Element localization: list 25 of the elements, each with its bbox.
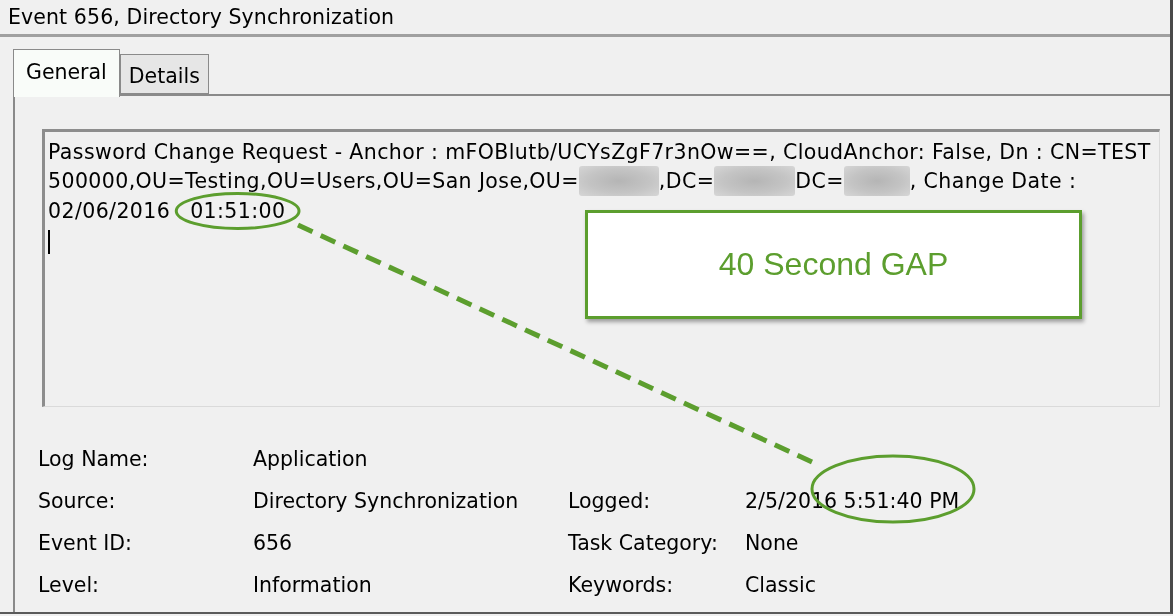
- field-label: Task Category:: [568, 530, 718, 556]
- message-text: DC=: [795, 169, 844, 194]
- field-value: 656: [253, 530, 293, 556]
- message-text: Password Change Request - Anchor : mFOBlutb/UCYsZgF7r3nOw==, CloudAnchor: False, Dn : CN=TEST: [48, 139, 1151, 164]
- callout-note: 40 Second GAP: [585, 210, 1082, 319]
- field-label: Log Name:: [38, 446, 149, 472]
- field-label: Source:: [38, 488, 116, 514]
- tab[interactable]: General: [13, 49, 120, 97]
- message-text: , Change Date :: [909, 169, 1077, 194]
- field-label: Keywords:: [568, 572, 674, 598]
- field-value: Classic: [745, 572, 816, 598]
- message-text: 01:51:00: [190, 200, 286, 221]
- field-value: None: [745, 530, 799, 556]
- message-text: 02/06/2016: [48, 198, 171, 223]
- field-value: Information: [253, 572, 372, 598]
- redacted-block: [843, 166, 910, 197]
- message-text: ,DC=: [658, 169, 715, 194]
- message-text: 500000,OU=Testing,OU=Users,OU=San Jose,OU=: [48, 169, 579, 194]
- field-label: Event ID:: [38, 530, 132, 556]
- tab[interactable]: Details: [119, 54, 209, 94]
- window-title: Event 656, Directory Synchronization: [8, 4, 395, 30]
- field-value: Directory Synchronization: [253, 488, 519, 514]
- field-label: Logged:: [568, 488, 651, 514]
- field-value: Application: [253, 446, 368, 472]
- field-label: Level:: [38, 572, 100, 598]
